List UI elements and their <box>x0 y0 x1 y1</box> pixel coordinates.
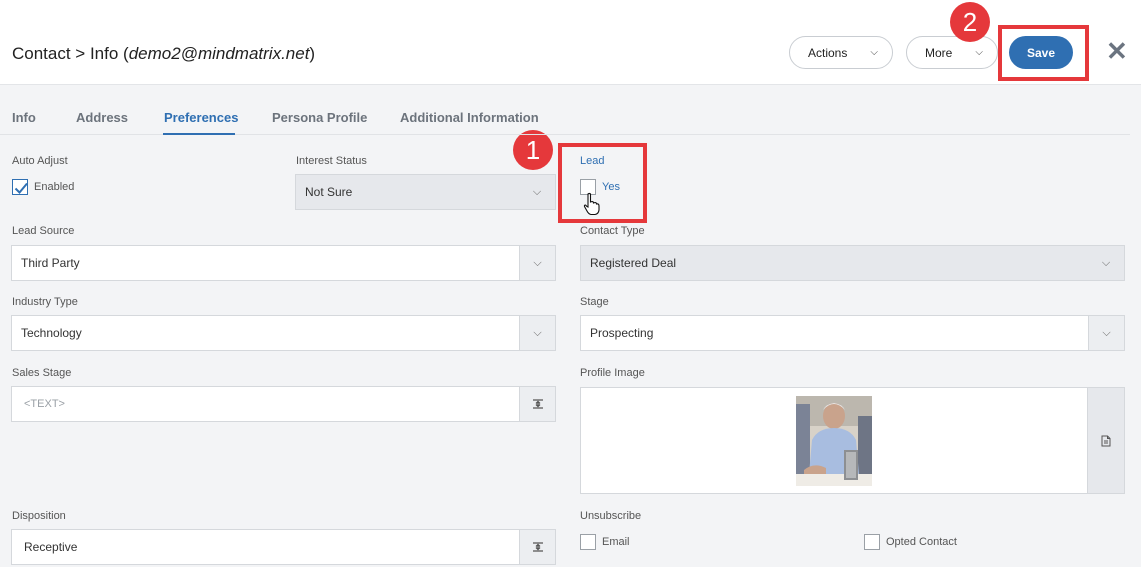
sales-stage-input[interactable]: <TEXT> <box>11 386 556 422</box>
industry-type-label: Industry Type <box>12 296 78 308</box>
tab-bar: Info Address Preferences Persona Profile… <box>0 100 1130 135</box>
contact-email: demo2@mindmatrix.net <box>128 44 310 63</box>
lead-option-label: Yes <box>602 181 620 193</box>
tab-preferences[interactable]: Preferences <box>164 110 238 125</box>
disposition-input[interactable]: Receptive <box>11 529 556 565</box>
profile-image-label: Profile Image <box>580 367 645 379</box>
profile-image-box[interactable] <box>580 387 1125 494</box>
auto-adjust-option-label: Enabled <box>34 181 75 193</box>
text-expand-icon[interactable] <box>519 387 555 421</box>
text-expand-icon[interactable] <box>519 530 555 564</box>
tab-persona-profile[interactable]: Persona Profile <box>272 110 367 125</box>
actions-dropdown[interactable]: Actions ⌵ <box>789 36 893 69</box>
opted-contact-label: Opted Contact <box>886 536 957 548</box>
contact-type-label: Contact Type <box>580 225 645 237</box>
save-highlight-box <box>998 25 1089 81</box>
step-2-badge: 2 <box>950 2 990 42</box>
opted-contact-checkbox[interactable] <box>864 534 880 550</box>
tab-address[interactable]: Address <box>76 110 128 125</box>
chevron-down-icon: ⌵ <box>519 316 555 350</box>
lead-source-select[interactable]: Third Party ⌵ <box>11 245 556 281</box>
step-1-badge: 1 <box>513 130 553 170</box>
stage-select[interactable]: Prospecting ⌵ <box>580 315 1125 351</box>
unsubscribe-email-label: Email <box>602 536 630 548</box>
unsubscribe-email-checkbox[interactable] <box>580 534 596 550</box>
chevron-down-icon: ⌵ <box>532 185 542 198</box>
checkmark-icon <box>14 182 28 194</box>
sales-stage-label: Sales Stage <box>12 367 72 379</box>
chevron-down-icon: ⌵ <box>975 47 983 58</box>
profile-photo <box>796 396 872 486</box>
auto-adjust-label: Auto Adjust <box>12 155 68 167</box>
disposition-label: Disposition <box>12 510 66 522</box>
close-icon[interactable]: ✕ <box>1106 36 1128 66</box>
lead-label: Lead <box>580 155 605 167</box>
stage-label: Stage <box>580 296 609 308</box>
lead-source-label: Lead Source <box>12 225 75 237</box>
tab-info[interactable]: Info <box>12 110 36 125</box>
tab-additional-information[interactable]: Additional Information <box>400 110 539 125</box>
hand-cursor-icon <box>583 192 600 216</box>
page-title: Contact > Info (demo2@mindmatrix.net) <box>12 44 316 63</box>
more-dropdown[interactable]: More ⌵ <box>906 36 998 69</box>
chevron-down-icon: ⌵ <box>870 47 878 58</box>
chevron-down-icon: ⌵ <box>1088 316 1124 350</box>
interest-status-label: Interest Status <box>296 155 367 167</box>
active-tab-indicator <box>163 133 235 135</box>
interest-status-select[interactable]: Not Sure ⌵ <box>295 174 556 210</box>
industry-type-select[interactable]: Technology ⌵ <box>11 315 556 351</box>
chevron-down-icon: ⌵ <box>1101 256 1111 269</box>
contact-type-select[interactable]: Registered Deal ⌵ <box>580 245 1125 281</box>
file-upload-icon[interactable] <box>1087 388 1124 493</box>
auto-adjust-checkbox[interactable] <box>12 179 28 195</box>
chevron-down-icon: ⌵ <box>519 246 555 280</box>
unsubscribe-label: Unsubscribe <box>580 510 642 522</box>
